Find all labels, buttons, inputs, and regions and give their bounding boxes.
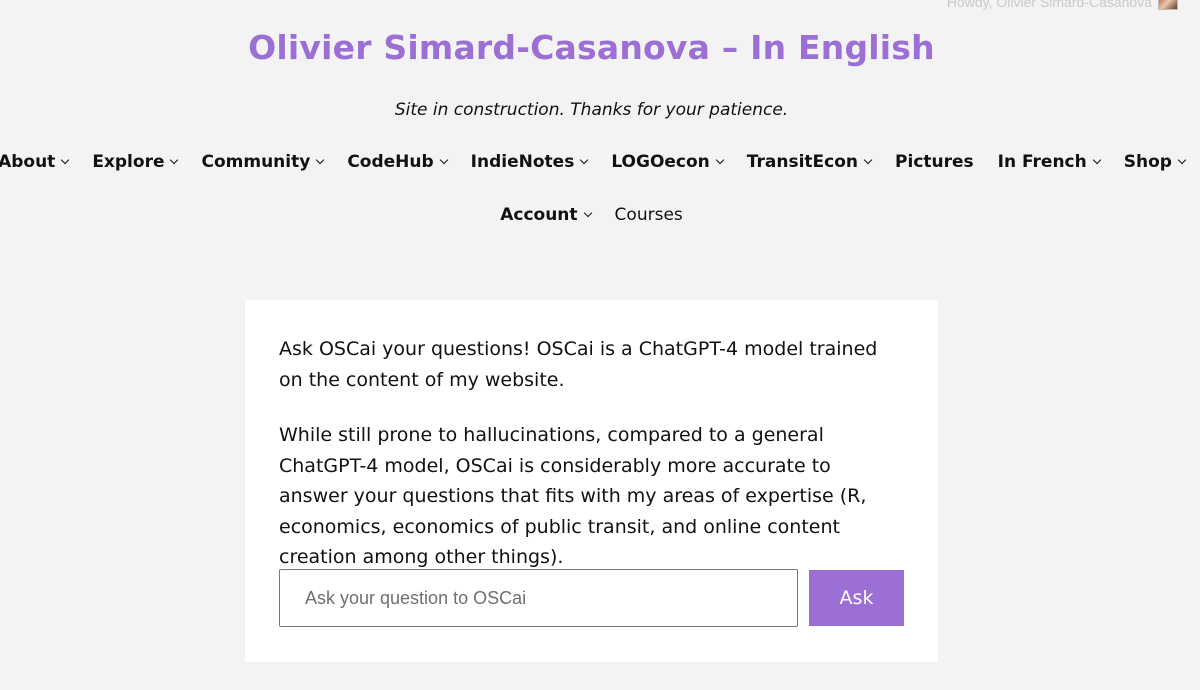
nav-item-label: Explore <box>92 152 165 172</box>
primary-nav-row-1: About Explore Community CodeHub IndieNot… <box>0 152 1187 172</box>
chevron-down-icon[interactable] <box>863 155 873 165</box>
nav-item-label: Courses <box>614 205 683 225</box>
nav-item-label: In French <box>997 152 1087 172</box>
nav-item-label: Shop <box>1123 152 1172 172</box>
chevron-down-icon[interactable] <box>1177 155 1187 165</box>
nav-item-label: Community <box>201 152 311 172</box>
nav-item-label: Pictures <box>895 152 974 172</box>
nav-item-courses[interactable]: Courses <box>603 205 695 225</box>
chevron-down-icon[interactable] <box>715 155 725 165</box>
chevron-down-icon[interactable] <box>439 155 448 165</box>
nav-item-codehub[interactable]: CodeHub <box>335 152 458 172</box>
nav-item-indienotes[interactable]: IndieNotes <box>459 152 600 172</box>
nav-item-label: CodeHub <box>347 152 434 172</box>
chevron-down-icon[interactable] <box>1092 155 1101 165</box>
nav-item-logoecon[interactable]: LOGOecon <box>599 152 734 172</box>
chevron-down-icon[interactable] <box>170 155 179 165</box>
nav-item-label: IndieNotes <box>470 152 575 172</box>
nav-item-transitecon[interactable]: TransitEcon <box>735 152 883 172</box>
nav-item-label: TransitEcon <box>746 152 859 172</box>
chevron-down-icon[interactable] <box>580 155 589 165</box>
avatar[interactable] <box>1158 0 1178 10</box>
description-paragraph: While still prone to hallucinations, com… <box>279 424 867 568</box>
admin-bar-account[interactable]: Howdy, Olivier Simard-Casanova <box>947 0 1178 10</box>
nav-item-shop[interactable]: Shop <box>1112 152 1197 172</box>
nav-item-in-french[interactable]: In French <box>986 152 1112 172</box>
chevron-down-icon[interactable] <box>61 155 70 165</box>
nav-item-account[interactable]: Account <box>488 205 602 225</box>
nav-item-label: LOGOecon <box>611 152 710 172</box>
ask-button[interactable]: Ask <box>809 570 904 626</box>
ask-form: Ask <box>279 569 904 627</box>
site-title[interactable]: Olivier Simard-Casanova – In English <box>0 28 1183 67</box>
primary-nav-row-2: Account Courses <box>0 205 1183 225</box>
nav-item-pictures[interactable]: Pictures <box>883 152 986 172</box>
nav-item-community[interactable]: Community <box>189 152 335 172</box>
admin-greeting[interactable]: Howdy, Olivier Simard-Casanova <box>947 0 1152 10</box>
chevron-down-icon[interactable] <box>583 208 592 218</box>
chevron-down-icon[interactable] <box>316 155 325 165</box>
nav-item-explore[interactable]: Explore <box>80 152 189 172</box>
intro-paragraph: Ask OSCai your questions! OSCai is a Cha… <box>279 338 878 391</box>
nav-item-label: About <box>0 152 56 172</box>
oscai-card: Ask OSCai your questions! OSCai is a Cha… <box>245 300 938 662</box>
site-tagline: Site in construction. Thanks for your pa… <box>394 100 789 120</box>
question-input[interactable] <box>279 569 798 627</box>
nav-item-about[interactable]: About <box>0 152 80 172</box>
nav-item-label: Account <box>500 205 578 225</box>
page: Howdy, Olivier Simard-Casanova Olivier S… <box>0 0 1200 690</box>
